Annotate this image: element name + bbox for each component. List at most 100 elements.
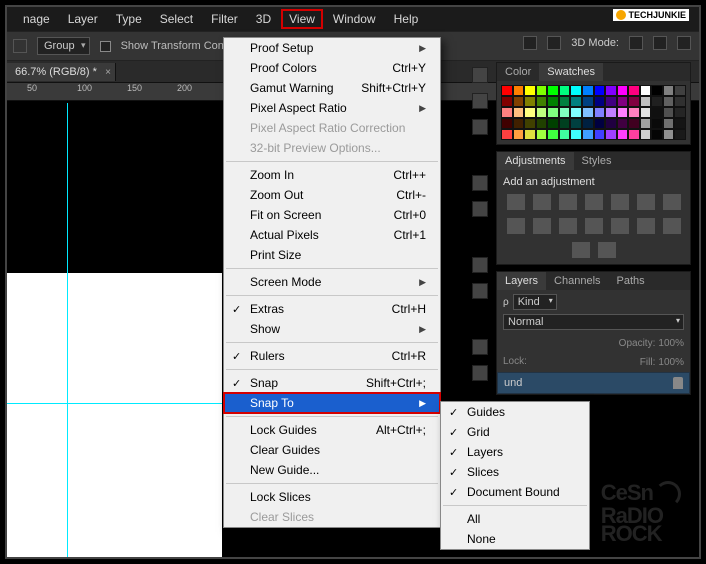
adjustment-icon[interactable]	[507, 218, 525, 234]
swatch[interactable]	[628, 107, 640, 118]
adjustment-icon[interactable]	[572, 242, 590, 258]
menu-filter[interactable]: Filter	[203, 9, 246, 29]
swatch[interactable]	[617, 96, 629, 107]
adjustment-icon[interactable]	[559, 218, 577, 234]
menu-view[interactable]: View	[281, 9, 323, 29]
swatch[interactable]	[536, 129, 548, 140]
menu-layer[interactable]: Layer	[60, 9, 106, 29]
swatch[interactable]	[501, 96, 513, 107]
tab-paths[interactable]: Paths	[609, 272, 653, 290]
menu-item-clear-guides[interactable]: Clear Guides	[224, 440, 440, 460]
menu-item-fit-on-screen[interactable]: Fit on ScreenCtrl+0	[224, 205, 440, 225]
menu-3d[interactable]: 3D	[248, 9, 279, 29]
swatch[interactable]	[663, 118, 675, 129]
swatch[interactable]	[513, 96, 525, 107]
swatch[interactable]	[663, 85, 675, 96]
menu-item-proof-colors[interactable]: Proof ColorsCtrl+Y	[224, 58, 440, 78]
swatch[interactable]	[524, 96, 536, 107]
adjustment-icon[interactable]	[585, 218, 603, 234]
swatch[interactable]	[559, 107, 571, 118]
swatch[interactable]	[651, 96, 663, 107]
swatch[interactable]	[617, 129, 629, 140]
swatch[interactable]	[524, 107, 536, 118]
actions-icon[interactable]	[472, 93, 488, 109]
swatch[interactable]	[640, 129, 652, 140]
3d-icon-1[interactable]	[629, 36, 643, 50]
swatches-grid[interactable]	[497, 81, 690, 144]
swatch[interactable]	[594, 129, 606, 140]
swatch[interactable]	[651, 129, 663, 140]
adjustment-icon[interactable]	[598, 242, 616, 258]
menu-item-guides[interactable]: ✓Guides	[441, 402, 589, 422]
swatch[interactable]	[559, 85, 571, 96]
navigator-icon[interactable]	[472, 339, 488, 355]
swatch[interactable]	[570, 129, 582, 140]
3d-icon-3[interactable]	[677, 36, 691, 50]
swatch[interactable]	[547, 96, 559, 107]
menu-item-new-guide-[interactable]: New Guide...	[224, 460, 440, 480]
arrange-icon[interactable]	[13, 39, 27, 53]
menu-item-zoom-in[interactable]: Zoom InCtrl++	[224, 165, 440, 185]
swatch[interactable]	[628, 85, 640, 96]
properties-icon[interactable]	[472, 119, 488, 135]
menu-select[interactable]: Select	[152, 9, 201, 29]
swatch[interactable]	[570, 96, 582, 107]
opacity-value[interactable]: 100%	[658, 338, 684, 349]
swatch[interactable]	[628, 96, 640, 107]
swatch[interactable]	[594, 107, 606, 118]
fill-value[interactable]: 100%	[658, 357, 684, 368]
swatch[interactable]	[547, 129, 559, 140]
adjustment-icon[interactable]	[507, 194, 525, 210]
adjustment-icon[interactable]	[611, 218, 629, 234]
swatch[interactable]	[501, 107, 513, 118]
swatch[interactable]	[640, 118, 652, 129]
swatch[interactable]	[674, 107, 686, 118]
swatch[interactable]	[501, 85, 513, 96]
show-transform-checkbox[interactable]	[100, 41, 111, 52]
swatch[interactable]	[501, 118, 513, 129]
adjustment-icon[interactable]	[533, 218, 551, 234]
close-icon[interactable]: ×	[105, 67, 111, 78]
menu-item-none[interactable]: None	[441, 529, 589, 549]
swatch[interactable]	[674, 85, 686, 96]
brush-icon[interactable]	[472, 175, 488, 191]
swatch[interactable]	[536, 85, 548, 96]
menu-item-gamut-warning[interactable]: Gamut WarningShift+Ctrl+Y	[224, 78, 440, 98]
swatch[interactable]	[640, 85, 652, 96]
3d-icon-2[interactable]	[653, 36, 667, 50]
tab-adjustments[interactable]: Adjustments	[497, 152, 574, 170]
swatch[interactable]	[524, 85, 536, 96]
swatch[interactable]	[663, 96, 675, 107]
swatch[interactable]	[513, 118, 525, 129]
tab-color[interactable]: Color	[497, 63, 539, 81]
menu-item-zoom-out[interactable]: Zoom OutCtrl+-	[224, 185, 440, 205]
swatch[interactable]	[547, 85, 559, 96]
swatch[interactable]	[663, 107, 675, 118]
swatch[interactable]	[570, 107, 582, 118]
adjustment-icon[interactable]	[559, 194, 577, 210]
tab-channels[interactable]: Channels	[546, 272, 608, 290]
swatch[interactable]	[513, 85, 525, 96]
menu-item-layers[interactable]: ✓Layers	[441, 442, 589, 462]
swatch[interactable]	[582, 107, 594, 118]
menu-item-lock-guides[interactable]: Lock GuidesAlt+Ctrl+;	[224, 420, 440, 440]
menu-item-pixel-aspect-ratio[interactable]: Pixel Aspect Ratio▶	[224, 98, 440, 118]
swatch[interactable]	[605, 129, 617, 140]
swatch[interactable]	[594, 96, 606, 107]
swatch[interactable]	[594, 118, 606, 129]
menu-item-print-size[interactable]: Print Size	[224, 245, 440, 265]
paragraph-icon[interactable]	[472, 283, 488, 299]
menu-item-snap-to[interactable]: Snap To▶	[224, 393, 440, 413]
swatch[interactable]	[605, 96, 617, 107]
align-icon[interactable]	[523, 36, 537, 50]
menu-item-actual-pixels[interactable]: Actual PixelsCtrl+1	[224, 225, 440, 245]
tab-swatches[interactable]: Swatches	[539, 63, 603, 81]
guide-vertical[interactable]	[67, 103, 68, 557]
swatch[interactable]	[536, 96, 548, 107]
swatch[interactable]	[651, 118, 663, 129]
swatch[interactable]	[582, 129, 594, 140]
swatch[interactable]	[536, 118, 548, 129]
menu-type[interactable]: Type	[108, 9, 150, 29]
swatch[interactable]	[628, 118, 640, 129]
swatch[interactable]	[640, 96, 652, 107]
